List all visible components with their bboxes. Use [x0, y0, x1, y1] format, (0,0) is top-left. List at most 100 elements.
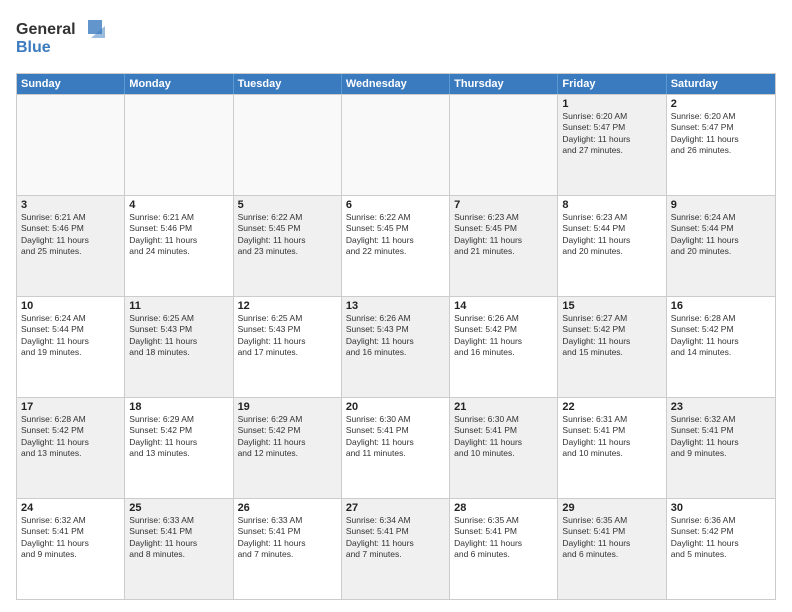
calendar-row-4: 24Sunrise: 6:32 AM Sunset: 5:41 PM Dayli… — [17, 498, 775, 599]
day-info-23: Sunrise: 6:32 AM Sunset: 5:41 PM Dayligh… — [671, 414, 771, 460]
day-number-12: 12 — [238, 300, 337, 312]
day-cell-10: 10Sunrise: 6:24 AM Sunset: 5:44 PM Dayli… — [17, 297, 125, 397]
day-cell-19: 19Sunrise: 6:29 AM Sunset: 5:42 PM Dayli… — [234, 398, 342, 498]
day-info-29: Sunrise: 6:35 AM Sunset: 5:41 PM Dayligh… — [562, 515, 661, 561]
logo: General Blue — [16, 16, 106, 65]
day-info-22: Sunrise: 6:31 AM Sunset: 5:41 PM Dayligh… — [562, 414, 661, 460]
day-info-1: Sunrise: 6:20 AM Sunset: 5:47 PM Dayligh… — [562, 111, 661, 157]
day-cell-2: 2Sunrise: 6:20 AM Sunset: 5:47 PM Daylig… — [667, 95, 775, 195]
day-cell-9: 9Sunrise: 6:24 AM Sunset: 5:44 PM Daylig… — [667, 196, 775, 296]
header-cell-monday: Monday — [125, 74, 233, 94]
day-info-26: Sunrise: 6:33 AM Sunset: 5:41 PM Dayligh… — [238, 515, 337, 561]
day-number-17: 17 — [21, 401, 120, 413]
svg-text:Blue: Blue — [16, 39, 51, 56]
calendar-row-3: 17Sunrise: 6:28 AM Sunset: 5:42 PM Dayli… — [17, 397, 775, 498]
day-info-14: Sunrise: 6:26 AM Sunset: 5:42 PM Dayligh… — [454, 313, 553, 359]
day-cell-6: 6Sunrise: 6:22 AM Sunset: 5:45 PM Daylig… — [342, 196, 450, 296]
day-info-2: Sunrise: 6:20 AM Sunset: 5:47 PM Dayligh… — [671, 111, 771, 157]
day-cell-26: 26Sunrise: 6:33 AM Sunset: 5:41 PM Dayli… — [234, 499, 342, 599]
day-info-12: Sunrise: 6:25 AM Sunset: 5:43 PM Dayligh… — [238, 313, 337, 359]
calendar-row-2: 10Sunrise: 6:24 AM Sunset: 5:44 PM Dayli… — [17, 296, 775, 397]
day-number-3: 3 — [21, 199, 120, 211]
day-cell-1: 1Sunrise: 6:20 AM Sunset: 5:47 PM Daylig… — [558, 95, 666, 195]
day-cell-29: 29Sunrise: 6:35 AM Sunset: 5:41 PM Dayli… — [558, 499, 666, 599]
day-cell-24: 24Sunrise: 6:32 AM Sunset: 5:41 PM Dayli… — [17, 499, 125, 599]
calendar-header: SundayMondayTuesdayWednesdayThursdayFrid… — [17, 74, 775, 94]
day-number-26: 26 — [238, 502, 337, 514]
header-cell-friday: Friday — [558, 74, 666, 94]
calendar-body: 1Sunrise: 6:20 AM Sunset: 5:47 PM Daylig… — [17, 94, 775, 599]
day-cell-12: 12Sunrise: 6:25 AM Sunset: 5:43 PM Dayli… — [234, 297, 342, 397]
day-info-4: Sunrise: 6:21 AM Sunset: 5:46 PM Dayligh… — [129, 212, 228, 258]
day-info-24: Sunrise: 6:32 AM Sunset: 5:41 PM Dayligh… — [21, 515, 120, 561]
calendar: SundayMondayTuesdayWednesdayThursdayFrid… — [16, 73, 776, 600]
day-cell-27: 27Sunrise: 6:34 AM Sunset: 5:41 PM Dayli… — [342, 499, 450, 599]
day-number-29: 29 — [562, 502, 661, 514]
header-cell-sunday: Sunday — [17, 74, 125, 94]
day-number-22: 22 — [562, 401, 661, 413]
day-cell-23: 23Sunrise: 6:32 AM Sunset: 5:41 PM Dayli… — [667, 398, 775, 498]
day-number-5: 5 — [238, 199, 337, 211]
empty-cell-0-4 — [450, 95, 558, 195]
header-cell-wednesday: Wednesday — [342, 74, 450, 94]
day-number-23: 23 — [671, 401, 771, 413]
empty-cell-0-3 — [342, 95, 450, 195]
day-number-1: 1 — [562, 98, 661, 110]
day-cell-7: 7Sunrise: 6:23 AM Sunset: 5:45 PM Daylig… — [450, 196, 558, 296]
day-number-11: 11 — [129, 300, 228, 312]
day-number-27: 27 — [346, 502, 445, 514]
day-info-21: Sunrise: 6:30 AM Sunset: 5:41 PM Dayligh… — [454, 414, 553, 460]
day-cell-18: 18Sunrise: 6:29 AM Sunset: 5:42 PM Dayli… — [125, 398, 233, 498]
day-number-20: 20 — [346, 401, 445, 413]
day-info-10: Sunrise: 6:24 AM Sunset: 5:44 PM Dayligh… — [21, 313, 120, 359]
day-number-16: 16 — [671, 300, 771, 312]
day-cell-14: 14Sunrise: 6:26 AM Sunset: 5:42 PM Dayli… — [450, 297, 558, 397]
day-info-20: Sunrise: 6:30 AM Sunset: 5:41 PM Dayligh… — [346, 414, 445, 460]
day-number-14: 14 — [454, 300, 553, 312]
day-cell-25: 25Sunrise: 6:33 AM Sunset: 5:41 PM Dayli… — [125, 499, 233, 599]
day-number-30: 30 — [671, 502, 771, 514]
header: General Blue — [16, 12, 776, 65]
day-number-8: 8 — [562, 199, 661, 211]
day-cell-4: 4Sunrise: 6:21 AM Sunset: 5:46 PM Daylig… — [125, 196, 233, 296]
day-number-2: 2 — [671, 98, 771, 110]
day-info-30: Sunrise: 6:36 AM Sunset: 5:42 PM Dayligh… — [671, 515, 771, 561]
day-info-3: Sunrise: 6:21 AM Sunset: 5:46 PM Dayligh… — [21, 212, 120, 258]
day-info-17: Sunrise: 6:28 AM Sunset: 5:42 PM Dayligh… — [21, 414, 120, 460]
header-cell-tuesday: Tuesday — [234, 74, 342, 94]
day-number-7: 7 — [454, 199, 553, 211]
day-cell-3: 3Sunrise: 6:21 AM Sunset: 5:46 PM Daylig… — [17, 196, 125, 296]
day-number-18: 18 — [129, 401, 228, 413]
day-cell-11: 11Sunrise: 6:25 AM Sunset: 5:43 PM Dayli… — [125, 297, 233, 397]
calendar-row-0: 1Sunrise: 6:20 AM Sunset: 5:47 PM Daylig… — [17, 94, 775, 195]
day-number-19: 19 — [238, 401, 337, 413]
logo-text: General Blue — [16, 16, 106, 65]
day-info-13: Sunrise: 6:26 AM Sunset: 5:43 PM Dayligh… — [346, 313, 445, 359]
day-cell-16: 16Sunrise: 6:28 AM Sunset: 5:42 PM Dayli… — [667, 297, 775, 397]
day-cell-5: 5Sunrise: 6:22 AM Sunset: 5:45 PM Daylig… — [234, 196, 342, 296]
empty-cell-0-2 — [234, 95, 342, 195]
day-number-28: 28 — [454, 502, 553, 514]
day-cell-22: 22Sunrise: 6:31 AM Sunset: 5:41 PM Dayli… — [558, 398, 666, 498]
day-info-5: Sunrise: 6:22 AM Sunset: 5:45 PM Dayligh… — [238, 212, 337, 258]
day-cell-21: 21Sunrise: 6:30 AM Sunset: 5:41 PM Dayli… — [450, 398, 558, 498]
day-cell-17: 17Sunrise: 6:28 AM Sunset: 5:42 PM Dayli… — [17, 398, 125, 498]
day-info-8: Sunrise: 6:23 AM Sunset: 5:44 PM Dayligh… — [562, 212, 661, 258]
day-info-28: Sunrise: 6:35 AM Sunset: 5:41 PM Dayligh… — [454, 515, 553, 561]
day-info-18: Sunrise: 6:29 AM Sunset: 5:42 PM Dayligh… — [129, 414, 228, 460]
day-number-21: 21 — [454, 401, 553, 413]
day-info-27: Sunrise: 6:34 AM Sunset: 5:41 PM Dayligh… — [346, 515, 445, 561]
day-cell-8: 8Sunrise: 6:23 AM Sunset: 5:44 PM Daylig… — [558, 196, 666, 296]
day-number-10: 10 — [21, 300, 120, 312]
empty-cell-0-0 — [17, 95, 125, 195]
day-number-25: 25 — [129, 502, 228, 514]
day-number-9: 9 — [671, 199, 771, 211]
day-cell-30: 30Sunrise: 6:36 AM Sunset: 5:42 PM Dayli… — [667, 499, 775, 599]
day-cell-28: 28Sunrise: 6:35 AM Sunset: 5:41 PM Dayli… — [450, 499, 558, 599]
calendar-row-1: 3Sunrise: 6:21 AM Sunset: 5:46 PM Daylig… — [17, 195, 775, 296]
header-cell-thursday: Thursday — [450, 74, 558, 94]
day-cell-13: 13Sunrise: 6:26 AM Sunset: 5:43 PM Dayli… — [342, 297, 450, 397]
day-info-15: Sunrise: 6:27 AM Sunset: 5:42 PM Dayligh… — [562, 313, 661, 359]
day-cell-15: 15Sunrise: 6:27 AM Sunset: 5:42 PM Dayli… — [558, 297, 666, 397]
header-cell-saturday: Saturday — [667, 74, 775, 94]
